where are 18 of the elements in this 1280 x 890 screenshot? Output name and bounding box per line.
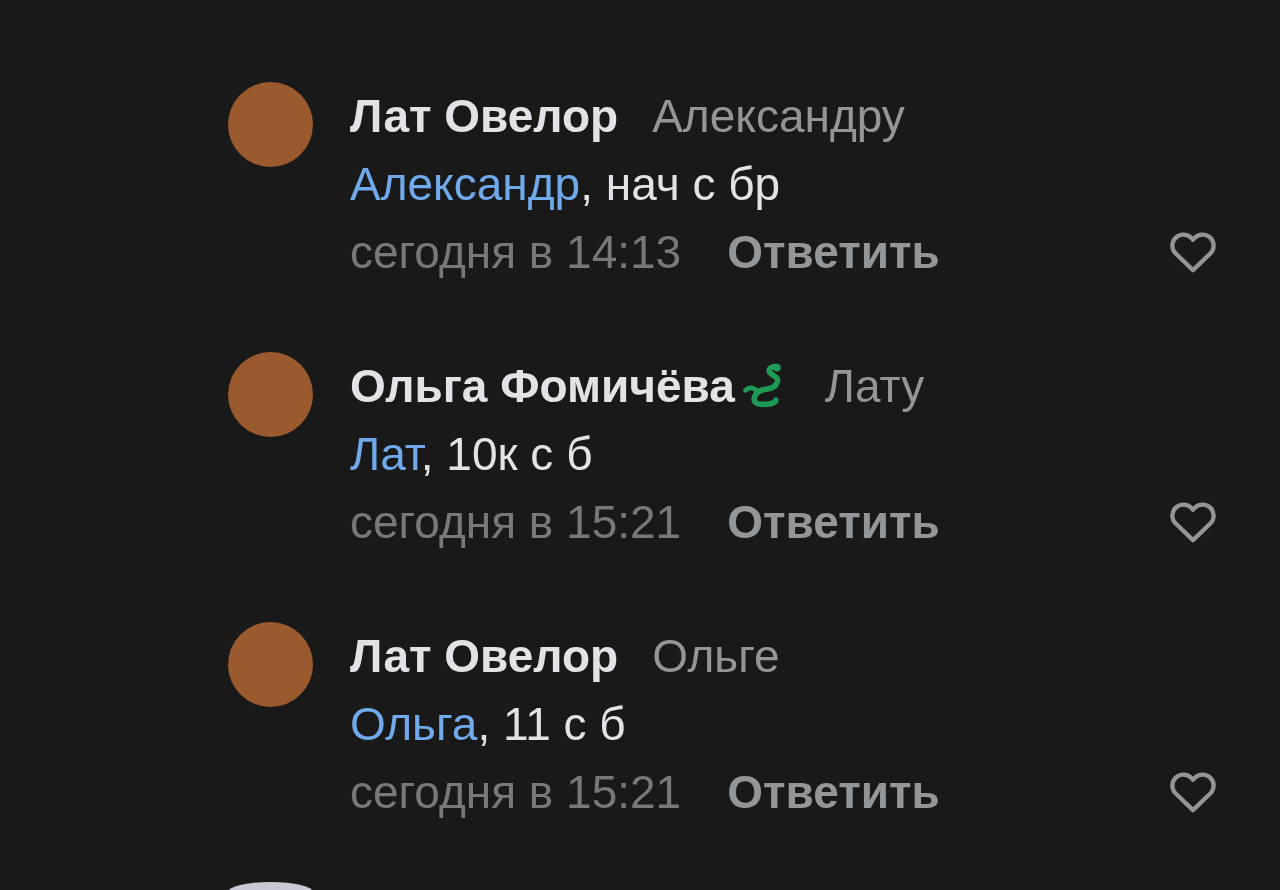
comment-time: сегодня в 15:21: [350, 495, 682, 549]
author-name[interactable]: Ольга Фомичёва: [350, 359, 735, 413]
reply-recipient: Александру: [652, 89, 905, 143]
reply-link[interactable]: Ответить: [727, 495, 940, 549]
reply-recipient: Лату: [824, 359, 925, 413]
mention-link[interactable]: Лат: [350, 428, 421, 480]
reply-recipient: Ольге: [652, 629, 780, 683]
author-name[interactable]: Лат Овелор: [350, 89, 619, 143]
reply-link[interactable]: Ответить: [727, 765, 940, 819]
comment-text: Александр, нач с бр: [350, 157, 781, 211]
mention-link[interactable]: Ольга: [350, 698, 478, 750]
comment-time: сегодня в 14:13: [350, 225, 682, 279]
author-name[interactable]: Лат Овелор: [350, 629, 619, 683]
comment-text: Лат, 10к с б: [350, 427, 593, 481]
comment-text: Ольга, 11 с б: [350, 697, 626, 751]
mention-link[interactable]: Александр: [350, 158, 581, 210]
comment-time: сегодня в 15:21: [350, 765, 682, 819]
reply-link[interactable]: Ответить: [727, 225, 940, 279]
